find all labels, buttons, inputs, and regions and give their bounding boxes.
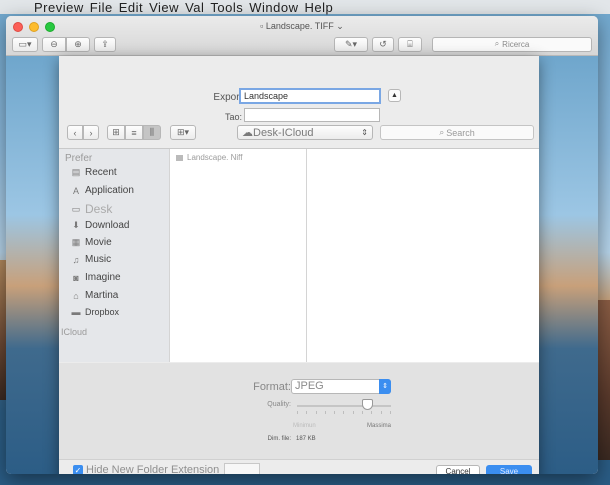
sidebar-item-download[interactable]: ⬇ Download — [71, 220, 129, 231]
title-bar: ▫ Landscape. TIFF ⌄ ▭▾ ⊖ ⊕ ⇪ ✎▾ ↺ ⌸ ⌕ Ri… — [6, 16, 598, 56]
hide-extension-checkbox[interactable]: ✓ — [73, 465, 83, 474]
menu-view[interactable]: View — [149, 0, 179, 15]
menu-val[interactable]: Val — [185, 0, 204, 15]
chevron-updown-icon: ⇕ — [379, 379, 391, 394]
save-button[interactable]: Save — [486, 465, 532, 474]
quality-slider-knob[interactable] — [362, 399, 373, 410]
camera-icon: ◙ — [73, 272, 79, 283]
cloud-icon: ☁ — [242, 127, 253, 139]
sidebar-item-application[interactable]: A Application — [71, 185, 134, 196]
icon-view-button[interactable]: ⊞ — [107, 125, 125, 140]
clock-icon: ▤ — [71, 167, 81, 177]
menu-bar: Preview File Edit View Val Tools Window … — [0, 0, 610, 15]
arrange-button[interactable]: ⊞▾ — [170, 125, 196, 140]
zoom-in-button[interactable]: ⊕ — [66, 36, 90, 52]
menu-help[interactable]: Help — [305, 0, 334, 15]
cancel-button[interactable]: Cancel — [436, 465, 480, 474]
list-view-button[interactable]: ≡ — [125, 125, 143, 140]
document-icon: ▫ — [260, 21, 264, 31]
movie-icon: ▦ — [71, 237, 81, 247]
sheet-search-field[interactable]: ⌕ Search — [380, 125, 534, 140]
menu-edit[interactable]: Edit — [119, 0, 143, 15]
folder-icon: ▬ — [71, 307, 81, 317]
icloud-header: ICloud — [61, 327, 88, 337]
menu-preview[interactable]: Preview — [34, 0, 84, 15]
preview-window: ▫ Landscape. TIFF ⌄ ▭▾ ⊖ ⊕ ⇪ ✎▾ ↺ ⌸ ⌕ Ri… — [6, 16, 598, 474]
menu-window[interactable]: Window — [249, 0, 298, 15]
tag-label: Tao: — [224, 112, 242, 122]
download-icon: ⬇ — [72, 220, 80, 230]
file-column: Landscape. Niff — [169, 149, 306, 362]
sidebar-item-dropbox[interactable]: ▬ Dropbox — [71, 307, 120, 317]
column-view-button[interactable]: ⫼ — [143, 125, 161, 140]
search-icon: ⌕ — [494, 39, 500, 48]
sidebar-item-desk[interactable]: ▭ Desk — [71, 202, 113, 216]
apps-icon: A — [72, 185, 79, 196]
window-title: ▫ Landscape. TIFF ⌄ — [260, 21, 344, 31]
toolbox-button[interactable]: ⌸ — [398, 36, 422, 52]
desktop-icon: ▭ — [71, 203, 81, 214]
favorites-header: Prefer — [65, 153, 93, 164]
toolbar: ▭▾ ⊖ ⊕ ⇪ ✎▾ ↺ ⌸ ⌕ Ricerca — [12, 36, 592, 52]
preview-column — [306, 149, 539, 362]
sidebar-item-movie[interactable]: ▦ Movie — [71, 237, 112, 248]
share-button[interactable]: ⇪ — [94, 36, 116, 52]
menu-file[interactable]: File — [90, 0, 113, 15]
collapse-sheet-button[interactable]: ▲ — [388, 89, 401, 102]
search-field[interactable]: ⌕ Ricerca — [432, 36, 592, 52]
sidebar-toggle-button[interactable]: ▭▾ — [12, 36, 38, 52]
chevron-down-icon[interactable]: ⌄ — [336, 21, 344, 31]
quality-max-label: Massima — [367, 423, 392, 429]
sheet-footer: ✓ Hide New Folder Extension Cancel Save — [59, 459, 539, 474]
tag-field[interactable] — [244, 108, 380, 122]
export-sheet: Export As: Landscape ▲ Tao: ‹ › ⊞ ≡ ⫼ ⊞▾… — [59, 56, 539, 474]
location-select[interactable]: ☁ Desk-ICloud ⇕ — [237, 125, 373, 140]
file-size-label: Dim. file: — [267, 436, 291, 442]
chevron-updown-icon: ⇕ — [361, 128, 368, 137]
hide-extension-label: Hide New Folder Extension — [86, 464, 220, 474]
sidebar-item-imagine[interactable]: ◙ Imagine — [71, 272, 120, 283]
new-folder-button[interactable] — [224, 463, 260, 474]
quality-min-label: Minimun — [293, 423, 316, 429]
search-icon: ⌕ — [439, 127, 445, 137]
home-icon: ⌂ — [73, 290, 79, 301]
quality-slider-track[interactable] — [297, 405, 391, 407]
menu-tools[interactable]: Tools — [210, 0, 243, 15]
sidebar-item-recent[interactable]: ▤ Recent — [71, 167, 117, 178]
file-item[interactable]: Landscape. Niff — [176, 153, 242, 162]
format-label: Format: — [253, 381, 291, 393]
music-icon: ♫ — [72, 254, 80, 265]
markup-pen-button[interactable]: ✎▾ — [334, 36, 368, 52]
export-as-field[interactable]: Landscape — [239, 88, 381, 104]
quality-slider-ticks — [297, 411, 391, 415]
file-icon — [176, 154, 183, 161]
format-select[interactable]: JPEG ⇕ — [291, 379, 391, 394]
navigation-row: ‹ › ⊞ ≡ ⫼ ⊞▾ ☁ Desk-ICloud ⇕ ⌕ Search — [67, 125, 534, 141]
back-button[interactable]: ‹ — [67, 125, 83, 140]
forward-button[interactable]: › — [83, 125, 99, 140]
sidebar-item-martina[interactable]: ⌂ Martina — [71, 290, 118, 301]
file-browser: Prefer ▤ Recent A Application ▭ Desk ⬇ D… — [59, 148, 539, 362]
quality-label: Quality: — [267, 401, 291, 408]
sidebar-item-music[interactable]: ♫ Music — [71, 254, 112, 265]
format-options: Format: JPEG ⇕ Quality: Minimun Massima … — [59, 363, 539, 459]
file-size-value: 187 KB — [296, 436, 316, 442]
sidebar: Prefer ▤ Recent A Application ▭ Desk ⬇ D… — [59, 149, 169, 362]
zoom-out-button[interactable]: ⊖ — [42, 36, 66, 52]
rotate-button[interactable]: ↺ — [372, 36, 394, 52]
